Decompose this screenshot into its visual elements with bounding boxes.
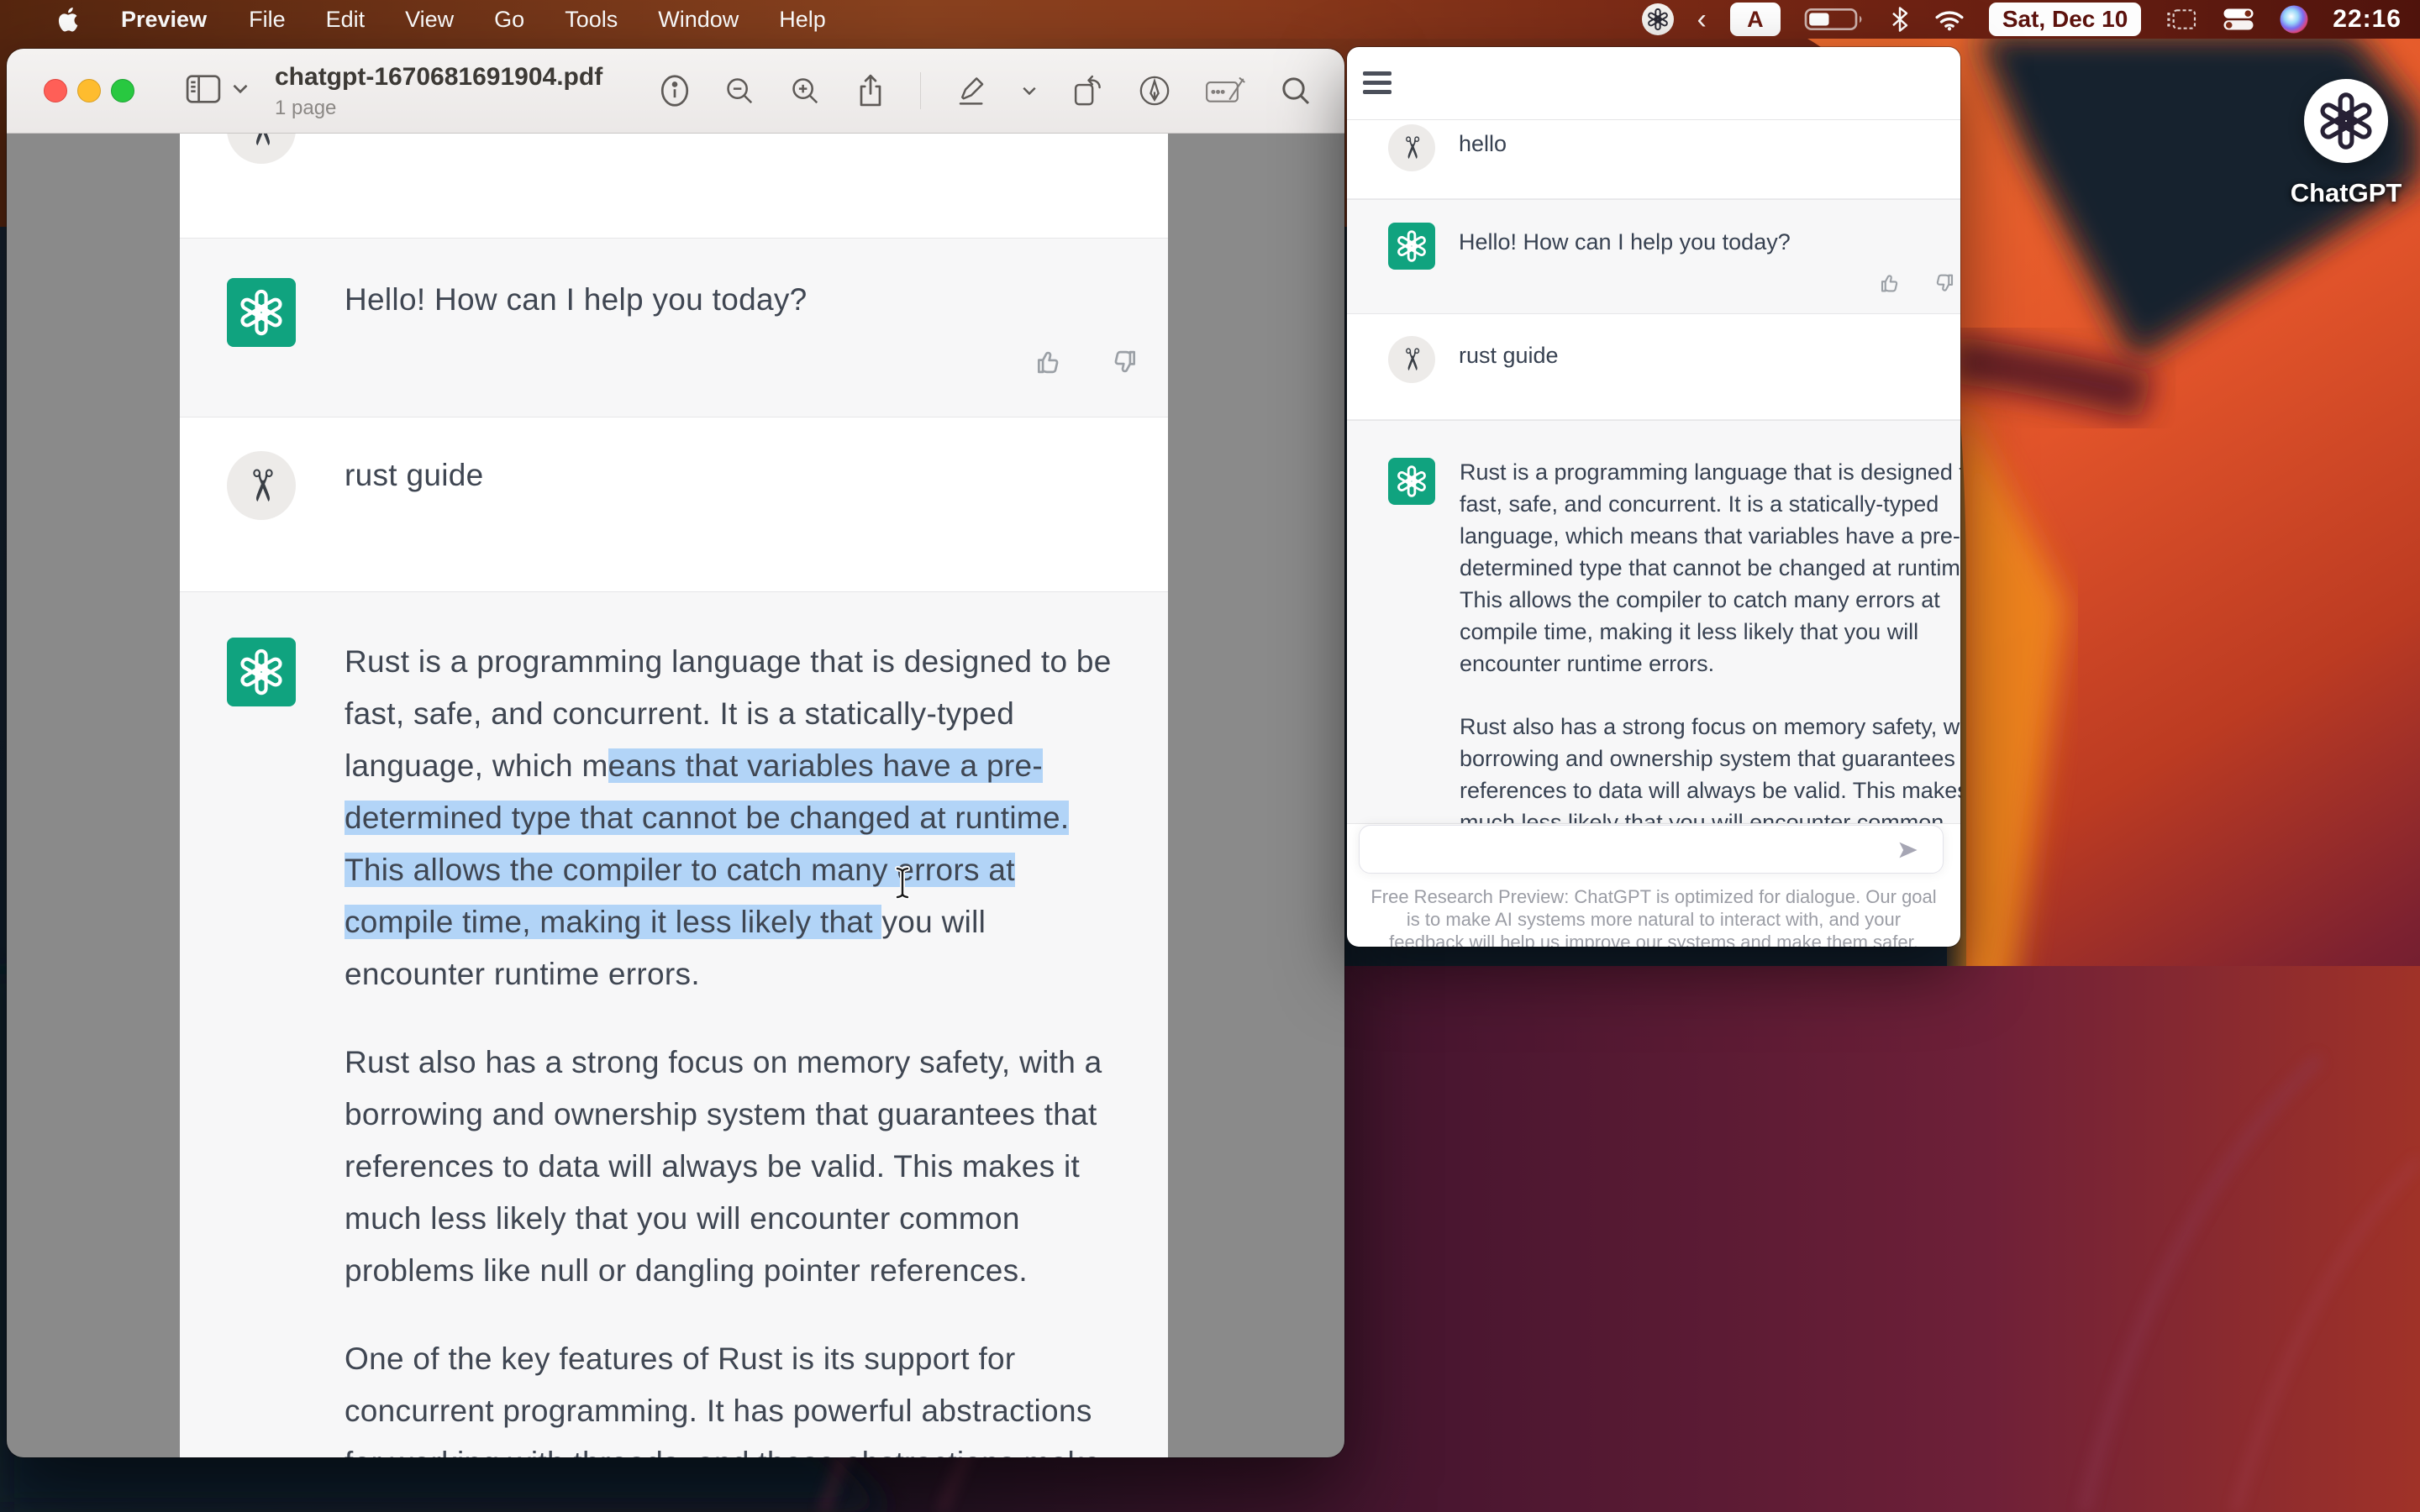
menu-go[interactable]: Go bbox=[474, 0, 544, 39]
scissors-avatar-glyph: ✂ bbox=[1394, 347, 1429, 372]
user-message-text: hello bbox=[1459, 131, 1507, 157]
apple-menu[interactable] bbox=[34, 5, 99, 34]
menu-help[interactable]: Help bbox=[759, 0, 846, 39]
menu-app-name[interactable]: Preview bbox=[99, 0, 229, 39]
zoom-out-button[interactable] bbox=[723, 75, 755, 107]
thumbs-up-icon bbox=[1034, 346, 1065, 378]
thumbs-down-icon bbox=[1107, 346, 1139, 378]
chat-header bbox=[1347, 47, 1960, 120]
pdf-paragraph-2: Rust also has a strong focus on memory s… bbox=[345, 1037, 1102, 1297]
pdf-paragraph-3: One of the key features of Rust is its s… bbox=[345, 1333, 1101, 1457]
chat-response-paragraph-2: Rust also has a strong focus on memory s… bbox=[1460, 711, 1960, 824]
search-button[interactable] bbox=[1279, 74, 1313, 108]
pdf-page: ✂ Hello! How can I help you today? bbox=[180, 134, 1168, 1457]
input-source-indicator[interactable]: A bbox=[1730, 3, 1781, 36]
menu-file[interactable]: File bbox=[229, 0, 306, 39]
chatgpt-desktop-icon[interactable]: ChatGPT bbox=[2279, 79, 2413, 208]
chat-row-user1: ✂ hello bbox=[1347, 120, 1960, 199]
openai-status-icon[interactable] bbox=[1642, 3, 1674, 35]
user-avatar: ✂ bbox=[1388, 124, 1435, 171]
toolbar-divider bbox=[920, 72, 921, 109]
user-avatar: ✂ bbox=[227, 134, 296, 164]
openai-logo-icon bbox=[1395, 465, 1428, 498]
desktop: Preview File Edit View Go Tools Window H… bbox=[0, 0, 2420, 1512]
chatgpt-avatar bbox=[1388, 458, 1435, 505]
chatgpt-window: ✂ hello Hello! How can I help you today?… bbox=[1347, 47, 1960, 947]
pdf-row-assistant-greeting: Hello! How can I help you today? bbox=[180, 238, 1168, 417]
openai-logo-icon bbox=[237, 288, 286, 337]
menu-view[interactable]: View bbox=[385, 0, 474, 39]
scissors-avatar-glyph: ✂ bbox=[236, 134, 287, 148]
menu-edit[interactable]: Edit bbox=[306, 0, 386, 39]
openai-logo-icon bbox=[2304, 79, 2388, 163]
wifi-icon[interactable] bbox=[1933, 7, 1965, 32]
user-avatar: ✂ bbox=[227, 451, 296, 520]
assistant-greeting-text: Hello! How can I help you today? bbox=[345, 282, 808, 318]
hamburger-menu-icon[interactable] bbox=[1363, 71, 1392, 99]
control-center-icon[interactable] bbox=[2222, 7, 2255, 32]
rotate-button[interactable] bbox=[1071, 73, 1104, 108]
chat-input[interactable] bbox=[1359, 825, 1944, 874]
openai-logo-icon bbox=[237, 648, 286, 696]
info-button[interactable] bbox=[660, 72, 690, 109]
scissors-avatar-glyph: ✂ bbox=[1394, 135, 1429, 160]
chat-response-paragraph-1: Rust is a programming language that is d… bbox=[1460, 456, 1960, 680]
user-message-text: rust guide bbox=[1459, 343, 1559, 369]
pdf-paragraph-1: Rust is a programming language that is d… bbox=[345, 636, 1112, 1000]
share-button[interactable] bbox=[855, 72, 886, 109]
preview-title-bar: chatgpt-1670681691904.pdf 1 page bbox=[7, 49, 1344, 134]
chevron-down-icon bbox=[232, 83, 249, 95]
menu-bar: Preview File Edit View Go Tools Window H… bbox=[0, 0, 2420, 39]
sidebar-toggle[interactable] bbox=[185, 74, 249, 104]
form-fill-button[interactable] bbox=[1205, 74, 1245, 108]
desktop-icon-label: ChatGPT bbox=[2279, 178, 2413, 208]
menu-clock[interactable]: 22:16 bbox=[2333, 5, 2402, 34]
text-cursor bbox=[892, 864, 913, 901]
menu-window[interactable]: Window bbox=[638, 0, 759, 39]
page-count: 1 page bbox=[275, 97, 602, 120]
zoom-button[interactable] bbox=[111, 79, 134, 102]
send-button[interactable] bbox=[1896, 837, 1921, 863]
user-avatar: ✂ bbox=[1388, 336, 1435, 383]
chat-row-assistant2: Rust is a programming language that is d… bbox=[1347, 420, 1960, 824]
markup-pen-button[interactable] bbox=[1138, 74, 1171, 108]
close-button[interactable] bbox=[44, 79, 67, 102]
menu-tools[interactable]: Tools bbox=[544, 0, 638, 39]
thumbs-down-button[interactable] bbox=[1931, 270, 1956, 296]
sidebar-icon bbox=[185, 74, 222, 104]
window-title: chatgpt-1670681691904.pdf bbox=[275, 63, 602, 92]
battery-icon[interactable] bbox=[1804, 7, 1866, 32]
pdf-row-user-prompt: ✂ rust guide bbox=[180, 417, 1168, 591]
siri-icon[interactable] bbox=[2279, 4, 2309, 34]
highlight-button[interactable] bbox=[955, 74, 988, 108]
minimize-button[interactable] bbox=[77, 79, 101, 102]
chatgpt-avatar bbox=[1388, 223, 1435, 270]
menu-date[interactable]: Sat, Dec 10 bbox=[1989, 3, 2141, 36]
highlight-chevron-down-icon[interactable] bbox=[1022, 86, 1037, 97]
chat-row-user2: ✂ rust guide bbox=[1347, 314, 1960, 420]
pdf-viewport[interactable]: ✂ Hello! How can I help you today? bbox=[7, 134, 1344, 1457]
apple-icon bbox=[54, 5, 79, 34]
thumbs-up-button[interactable] bbox=[1878, 270, 1903, 296]
screen-mirroring-icon[interactable] bbox=[2165, 5, 2198, 34]
chat-row-assistant1: Hello! How can I help you today? bbox=[1347, 199, 1960, 314]
chat-footer-disclaimer: Free Research Preview: ChatGPT is optimi… bbox=[1368, 885, 1939, 947]
preview-window: chatgpt-1670681691904.pdf 1 page bbox=[7, 49, 1344, 1457]
assistant-message-text: Hello! How can I help you today? bbox=[1459, 229, 1791, 255]
pdf-row-assistant-response: Rust is a programming language that is d… bbox=[180, 591, 1168, 1457]
pdf-row-user-clipped: ✂ bbox=[180, 134, 1168, 238]
scissors-avatar-glyph: ✂ bbox=[236, 467, 287, 504]
chatgpt-avatar bbox=[227, 278, 296, 347]
send-icon bbox=[1896, 837, 1921, 863]
chevron-left-icon[interactable]: ‹ bbox=[1697, 3, 1707, 36]
zoom-in-button[interactable] bbox=[789, 75, 821, 107]
chatgpt-avatar bbox=[227, 638, 296, 706]
openai-logo-icon bbox=[1395, 229, 1428, 263]
user-prompt-text: rust guide bbox=[345, 458, 484, 493]
bluetooth-icon[interactable] bbox=[1890, 6, 1910, 33]
